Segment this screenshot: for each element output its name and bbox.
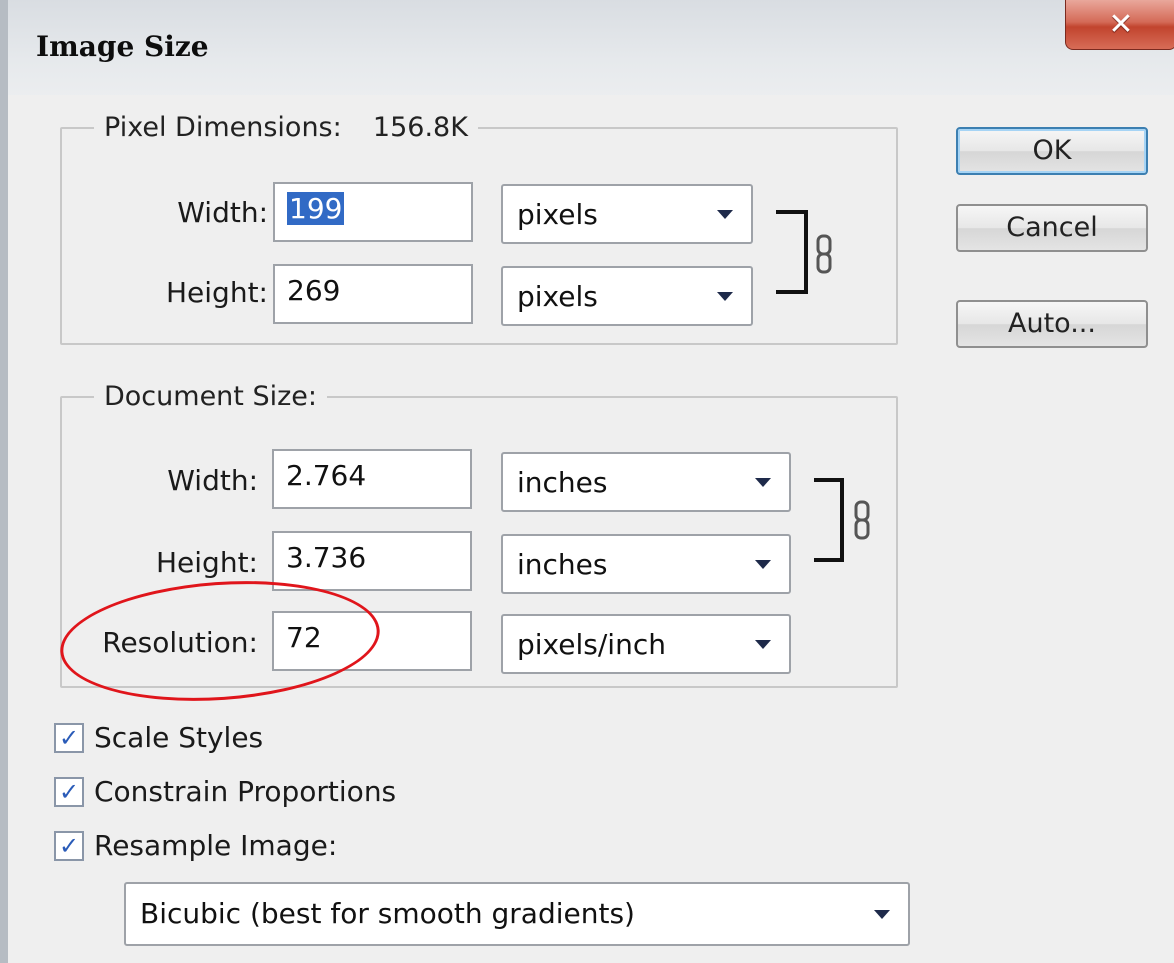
resolution-label: Resolution: xyxy=(102,626,258,659)
document-width-label: Width: xyxy=(167,464,258,497)
chevron-down-icon xyxy=(755,640,771,649)
checkmark-icon: ✓ xyxy=(58,831,80,860)
document-width-unit-select[interactable]: inches xyxy=(501,452,791,512)
resolution-unit-select[interactable]: pixels/inch xyxy=(501,614,791,674)
pixel-link-bracket xyxy=(776,210,808,294)
dialog-title: Image Size xyxy=(36,30,209,63)
pixel-dimensions-label: Pixel Dimensions: xyxy=(104,112,342,143)
scale-styles-option[interactable]: ✓ Scale Styles xyxy=(54,721,263,754)
pixel-width-value: 199 xyxy=(287,192,345,225)
pixel-height-label: Height: xyxy=(166,276,268,309)
close-icon: ✕ xyxy=(1108,7,1134,42)
document-height-input[interactable]: 3.736 xyxy=(272,531,472,591)
pixel-width-unit: pixels xyxy=(517,198,598,231)
pixel-dimensions-size: 156.8K xyxy=(372,112,468,143)
checkmark-icon: ✓ xyxy=(58,723,80,752)
document-height-value: 3.736 xyxy=(286,541,367,574)
constrain-proportions-checkbox[interactable]: ✓ xyxy=(54,776,84,807)
pixel-width-input[interactable]: 199 xyxy=(273,182,473,242)
scale-styles-checkbox[interactable]: ✓ xyxy=(54,722,84,753)
resolution-unit: pixels/inch xyxy=(517,628,666,661)
pixel-dimensions-legend: Pixel Dimensions: 156.8K xyxy=(94,112,478,143)
document-height-unit: inches xyxy=(517,548,608,581)
document-width-unit: inches xyxy=(517,466,608,499)
document-size-legend: Document Size: xyxy=(94,381,327,412)
checkmark-icon: ✓ xyxy=(58,777,80,806)
resolution-input[interactable]: 72 xyxy=(272,611,472,671)
close-button[interactable]: ✕ xyxy=(1065,0,1174,50)
pixel-height-unit-select[interactable]: pixels xyxy=(501,266,753,326)
auto-button[interactable]: Auto... xyxy=(956,300,1148,348)
chevron-down-icon xyxy=(755,478,771,487)
pixel-height-input[interactable]: 269 xyxy=(273,264,473,324)
pixel-width-unit-select[interactable]: pixels xyxy=(501,184,753,244)
cancel-button[interactable]: Cancel xyxy=(956,204,1148,252)
pixel-width-label: Width: xyxy=(177,196,268,229)
resample-image-checkbox[interactable]: ✓ xyxy=(54,830,84,861)
constrain-proportions-label: Constrain Proportions xyxy=(94,775,397,808)
pixel-height-value: 269 xyxy=(287,274,341,307)
chevron-down-icon xyxy=(755,560,771,569)
chain-link-icon xyxy=(816,234,832,274)
document-height-unit-select[interactable]: inches xyxy=(501,534,791,594)
scale-styles-label: Scale Styles xyxy=(94,721,264,754)
resolution-value: 72 xyxy=(286,621,322,654)
chevron-down-icon xyxy=(717,292,733,301)
document-link-bracket xyxy=(814,478,844,562)
chevron-down-icon xyxy=(717,210,733,219)
document-width-input[interactable]: 2.764 xyxy=(272,449,472,509)
pixel-height-unit: pixels xyxy=(517,280,598,313)
document-width-value: 2.764 xyxy=(286,459,367,492)
pixel-dimensions-group xyxy=(60,127,898,345)
title-bar: Image Size ✕ xyxy=(8,0,1174,95)
constrain-proportions-option[interactable]: ✓ Constrain Proportions xyxy=(54,775,396,808)
document-height-label: Height: xyxy=(156,546,258,579)
image-size-dialog: Image Size ✕ Pixel Dimensions: 156.8K Wi… xyxy=(0,0,1174,963)
resample-image-label: Resample Image: xyxy=(94,829,338,862)
resample-image-option[interactable]: ✓ Resample Image: xyxy=(54,829,337,862)
resample-method-value: Bicubic (best for smooth gradients) xyxy=(140,897,635,930)
resample-method-select[interactable]: Bicubic (best for smooth gradients) xyxy=(124,882,910,946)
ok-button[interactable]: OK xyxy=(956,127,1148,175)
chain-link-icon xyxy=(854,500,870,540)
chevron-down-icon xyxy=(874,910,890,919)
